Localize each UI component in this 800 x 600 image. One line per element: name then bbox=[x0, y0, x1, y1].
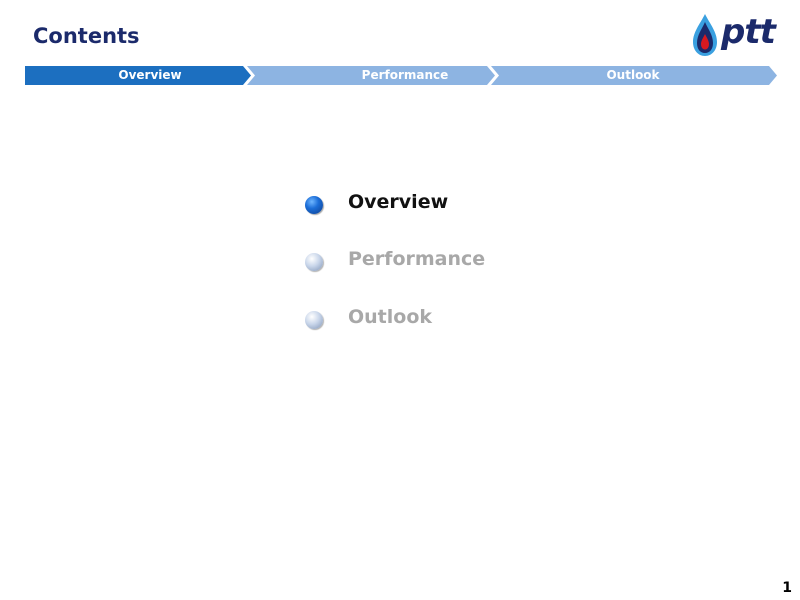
bullet-inactive-icon bbox=[305, 253, 323, 271]
logo-wordmark: ptt bbox=[721, 12, 776, 52]
flame-drop-icon bbox=[693, 14, 717, 56]
agenda-item-label: Performance bbox=[348, 248, 486, 270]
bullet-inactive-icon bbox=[305, 311, 323, 329]
section-nav-bar: Overview Performance Outlook bbox=[25, 66, 777, 85]
agenda-item-label: Overview bbox=[348, 191, 449, 213]
agenda-item-performance[interactable]: Performance bbox=[300, 242, 600, 278]
nav-tab-performance[interactable]: Performance bbox=[285, 66, 525, 85]
agenda-item-label: Outlook bbox=[348, 306, 433, 328]
page-title: Contents bbox=[33, 24, 140, 48]
page-number: 1 bbox=[782, 580, 792, 596]
bullet-active-icon bbox=[305, 196, 323, 214]
nav-tab-outlook[interactable]: Outlook bbox=[545, 66, 721, 85]
agenda-item-outlook[interactable]: Outlook bbox=[300, 300, 600, 336]
agenda-item-overview[interactable]: Overview bbox=[300, 185, 600, 221]
nav-tab-overview[interactable]: Overview bbox=[65, 66, 235, 85]
